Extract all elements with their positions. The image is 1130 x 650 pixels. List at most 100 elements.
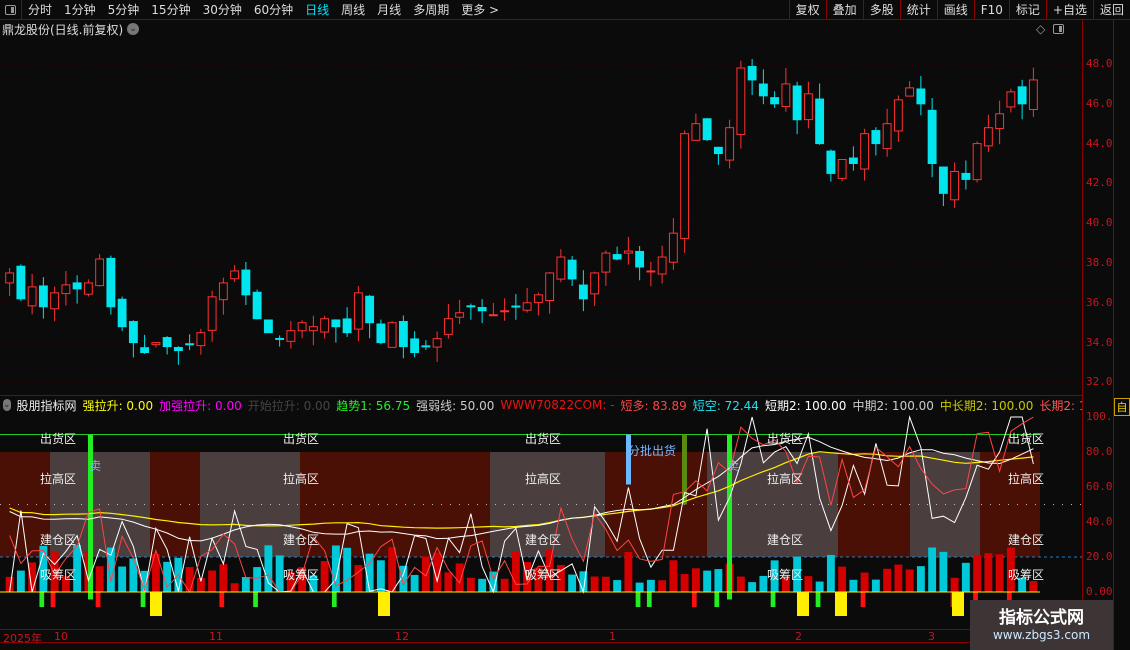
candle[interactable] <box>657 256 667 275</box>
candle[interactable] <box>578 284 588 300</box>
candle[interactable] <box>27 286 37 307</box>
candle[interactable] <box>297 322 307 332</box>
candle[interactable] <box>1028 79 1038 111</box>
candle[interactable] <box>545 272 555 302</box>
candle[interactable] <box>117 298 127 328</box>
candle[interactable] <box>410 338 420 354</box>
candle[interactable] <box>1006 91 1016 108</box>
candle[interactable] <box>680 133 690 239</box>
candle[interactable] <box>905 87 915 97</box>
candle[interactable] <box>207 296 217 331</box>
indicator-name[interactable]: 股朋指标网 <box>17 397 77 414</box>
candle[interactable] <box>635 250 645 268</box>
candle[interactable] <box>275 337 285 340</box>
candle[interactable] <box>488 314 498 317</box>
candle[interactable] <box>455 312 465 318</box>
indicator-bar <box>804 576 813 592</box>
candle[interactable] <box>72 282 82 290</box>
candle[interactable] <box>500 310 510 313</box>
candle[interactable] <box>353 292 363 330</box>
candle[interactable] <box>747 65 757 81</box>
candle[interactable] <box>770 97 780 105</box>
candle[interactable] <box>837 159 847 179</box>
candle[interactable] <box>533 294 543 304</box>
candle[interactable] <box>972 143 982 181</box>
candle[interactable] <box>376 323 386 344</box>
candle[interactable] <box>871 130 881 145</box>
candle[interactable] <box>1017 86 1027 105</box>
negative-bar <box>95 592 101 607</box>
toolbar-button[interactable]: 返回 <box>1092 0 1130 20</box>
candle[interactable] <box>826 150 836 174</box>
candle[interactable] <box>421 345 431 348</box>
candle[interactable] <box>567 259 577 280</box>
candle[interactable] <box>725 127 735 161</box>
candle[interactable] <box>5 272 15 284</box>
candle[interactable] <box>398 320 408 348</box>
auto-label[interactable]: 自 <box>1114 398 1130 416</box>
candle[interactable] <box>16 265 26 300</box>
candle[interactable] <box>95 258 105 287</box>
candle[interactable] <box>241 269 251 296</box>
candle[interactable] <box>556 256 566 280</box>
candle[interactable] <box>128 321 138 344</box>
candle[interactable] <box>848 157 858 164</box>
candle[interactable] <box>612 254 622 260</box>
candle[interactable] <box>623 250 633 254</box>
candle[interactable] <box>815 98 825 145</box>
candle[interactable] <box>916 88 926 105</box>
candle[interactable] <box>263 319 273 334</box>
candle[interactable] <box>308 326 318 332</box>
candle[interactable] <box>387 322 397 348</box>
candle[interactable] <box>983 127 993 147</box>
candle[interactable] <box>927 109 937 164</box>
candle[interactable] <box>140 347 150 354</box>
candle[interactable] <box>882 123 892 150</box>
candle[interactable] <box>38 285 48 308</box>
candle[interactable] <box>995 113 1005 130</box>
candle[interactable] <box>432 338 442 348</box>
candle[interactable] <box>860 133 870 170</box>
candle[interactable] <box>601 252 611 273</box>
candle[interactable] <box>668 232 678 263</box>
candle[interactable] <box>173 347 183 352</box>
candle[interactable] <box>646 270 656 273</box>
chevron-down-icon[interactable]: ⌄ <box>3 399 11 411</box>
candle[interactable] <box>590 272 600 295</box>
candle[interactable] <box>691 123 701 141</box>
candle[interactable] <box>893 99 903 132</box>
candle[interactable] <box>331 319 341 328</box>
candle[interactable] <box>781 83 791 108</box>
candle[interactable] <box>713 146 723 155</box>
candle[interactable] <box>950 170 960 201</box>
candle[interactable] <box>230 270 240 280</box>
candle[interactable] <box>702 118 712 141</box>
candle[interactable] <box>792 85 802 121</box>
candle[interactable] <box>196 332 206 347</box>
candle[interactable] <box>252 291 262 320</box>
candle[interactable] <box>803 93 813 121</box>
candle[interactable] <box>286 330 296 342</box>
candle[interactable] <box>443 318 453 335</box>
candle[interactable] <box>466 305 476 308</box>
candle[interactable] <box>522 302 532 311</box>
candle[interactable] <box>758 83 768 97</box>
right-side-strip[interactable] <box>1113 20 1130 650</box>
candle[interactable] <box>185 343 195 346</box>
candle[interactable] <box>50 292 60 310</box>
candle[interactable] <box>961 172 971 180</box>
candle[interactable] <box>342 318 352 334</box>
candle[interactable] <box>83 282 93 295</box>
candle[interactable] <box>320 318 330 333</box>
candle[interactable] <box>61 284 71 295</box>
candle[interactable] <box>106 257 116 308</box>
candle[interactable] <box>162 337 172 348</box>
candle[interactable] <box>938 166 948 194</box>
candle[interactable] <box>736 67 746 135</box>
candle[interactable] <box>365 295 375 324</box>
candle[interactable] <box>218 282 228 301</box>
candle[interactable] <box>477 307 487 312</box>
candle[interactable] <box>151 342 161 346</box>
candle[interactable] <box>511 305 521 308</box>
indicator-bar <box>860 572 869 592</box>
